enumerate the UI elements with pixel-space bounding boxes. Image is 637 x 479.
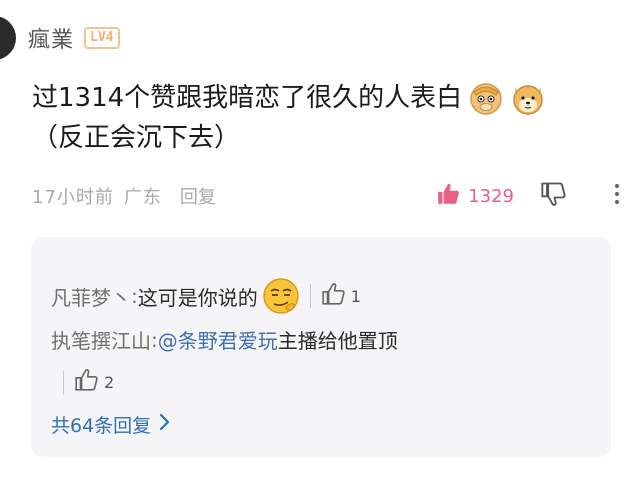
level-badge: LV4 [84, 27, 120, 49]
reply-like-count: 2 [104, 373, 115, 392]
reply-text: 这可是你说的 [137, 285, 258, 310]
shiba-dog-emoji-icon [510, 80, 546, 116]
chevron-right-icon [159, 413, 171, 436]
thumbs-up-icon[interactable] [321, 281, 347, 312]
view-all-replies-link[interactable]: 共64条回复 [51, 411, 171, 438]
like-button[interactable]: 1329 [436, 181, 514, 211]
reply-like-row: 2 [51, 367, 114, 398]
reply-item[interactable]: 执笔撰江山 : @条野君爱玩 主播给他置顶 [51, 325, 398, 354]
thumbs-down-icon[interactable] [540, 180, 568, 212]
reply-text: 主播给他置顶 [277, 329, 398, 353]
reply-author[interactable]: 凡菲梦丶 [51, 282, 131, 311]
all-replies-label: 共64条回复 [51, 415, 152, 437]
more-dots-icon[interactable] [614, 182, 620, 210]
reply-separator: : [151, 327, 158, 352]
reply-item[interactable]: 凡菲梦丶 : 这可是你说的 1 [51, 277, 361, 315]
smirk-emoji-icon [262, 277, 300, 315]
thumbs-up-icon[interactable] [74, 367, 100, 398]
avatar[interactable] [0, 16, 16, 60]
comment-text-line1: 过1314个赞跟我暗恋了很久的人表白 [32, 83, 463, 113]
divider [309, 284, 311, 308]
location: 广东 [123, 187, 162, 208]
comment-header: 瘋業 LV4 [28, 22, 120, 54]
reply-author[interactable]: 执笔撰江山 [51, 325, 151, 354]
comment-text-line2: （反正会沉下去） [32, 123, 241, 153]
comment-text: 过1314个赞跟我暗恋了很久的人表白 （反正会沉下去） [32, 78, 632, 158]
replies-panel: 凡菲梦丶 : 这可是你说的 1 执笔撰江山 : @条野君爱玩 主播给他置顶 2 … [31, 237, 611, 457]
divider [63, 370, 64, 395]
username[interactable]: 瘋業 [28, 22, 74, 54]
reply-button[interactable]: 回复 [180, 183, 216, 209]
reply-separator: : [131, 284, 138, 308]
monkey-king-emoji-icon [468, 80, 504, 116]
comment-meta: 17小时前 广东 回复 1329 [32, 178, 632, 214]
thumbs-up-filled-icon [436, 181, 462, 211]
reply-mention[interactable]: @条野君爱玩 [158, 325, 278, 354]
reply-like-count: 1 [350, 286, 361, 306]
timestamp: 17小时前 [32, 187, 114, 208]
like-count: 1329 [468, 185, 514, 207]
